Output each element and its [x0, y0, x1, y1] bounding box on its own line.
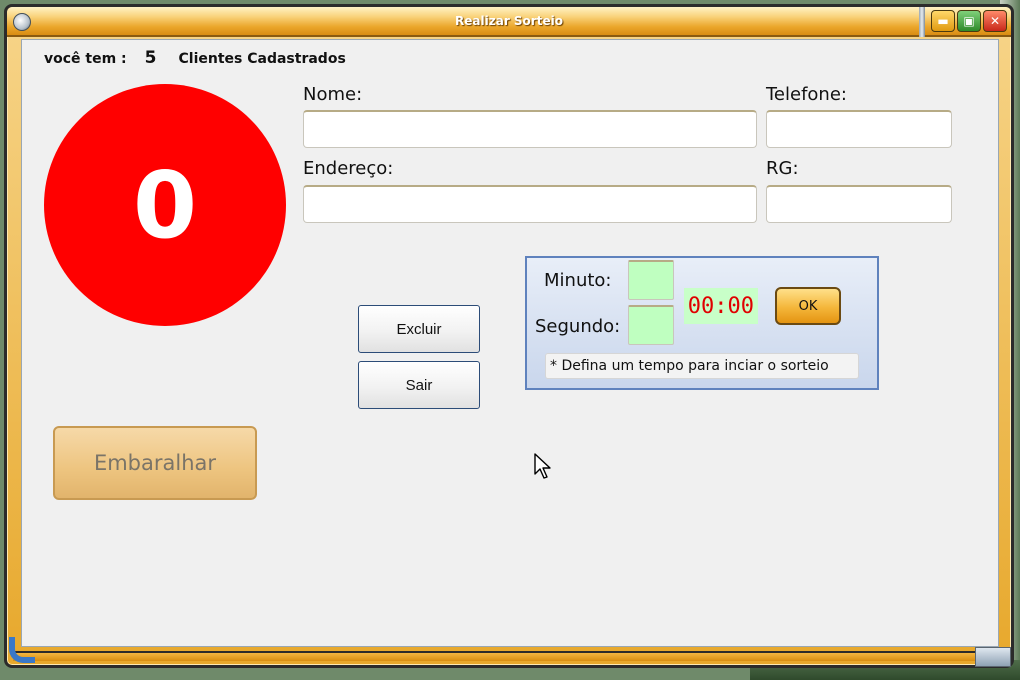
close-icon: ✕: [989, 14, 1001, 28]
name-label: Nome:: [303, 84, 363, 105]
sorteio-window: Realizar Sorteio ▬ ▣ ✕ você tem : 5 Clie…: [4, 4, 1014, 668]
countdown-display: 00:00: [684, 288, 758, 324]
maximize-icon: ▣: [963, 14, 975, 28]
exit-button[interactable]: Sair: [358, 361, 480, 409]
rg-field[interactable]: [766, 185, 952, 223]
client-count-line: você tem : 5 Clientes Cadastrados: [44, 48, 346, 68]
second-input[interactable]: [628, 305, 674, 345]
drawn-number: 0: [132, 151, 197, 259]
window-bottom-border: [13, 651, 983, 661]
client-count: 5: [144, 48, 157, 68]
client-area: você tem : 5 Clientes Cadastrados 0 Nome…: [21, 39, 999, 647]
delete-button[interactable]: Excluir: [358, 305, 480, 353]
window-controls: ▬ ▣ ✕: [931, 10, 1007, 32]
mouse-cursor-icon: [534, 453, 551, 479]
minimize-button[interactable]: ▬: [931, 10, 955, 32]
maximize-button[interactable]: ▣: [957, 10, 981, 32]
close-button[interactable]: ✕: [983, 10, 1007, 32]
title-bar[interactable]: Realizar Sorteio ▬ ▣ ✕: [7, 7, 1011, 37]
timer-hint: * Defina um tempo para inciar o sorteio: [545, 353, 859, 379]
minute-input[interactable]: [628, 260, 674, 300]
count-prefix: você tem :: [44, 51, 127, 67]
drawn-number-ball: 0: [44, 84, 286, 326]
name-field[interactable]: [303, 110, 757, 148]
ok-button[interactable]: OK: [775, 287, 841, 325]
shuffle-button[interactable]: Embaralhar: [53, 426, 257, 500]
minimize-icon: ▬: [937, 14, 949, 28]
title-bar-divider: [919, 7, 925, 37]
count-suffix: Clientes Cadastrados: [178, 51, 346, 67]
minute-label: Minuto:: [544, 270, 612, 291]
phone-label: Telefone:: [766, 84, 847, 105]
phone-field[interactable]: [766, 110, 952, 148]
address-label: Endereço:: [303, 158, 394, 179]
window-title: Realizar Sorteio: [455, 14, 563, 28]
second-label: Segundo:: [535, 316, 621, 337]
timer-panel: Minuto: Segundo: 00:00 OK * Defina um te…: [525, 256, 879, 390]
resize-grip[interactable]: [975, 647, 1011, 667]
address-field[interactable]: [303, 185, 757, 223]
corner-decoration: [9, 637, 35, 663]
rg-label: RG:: [766, 158, 799, 179]
